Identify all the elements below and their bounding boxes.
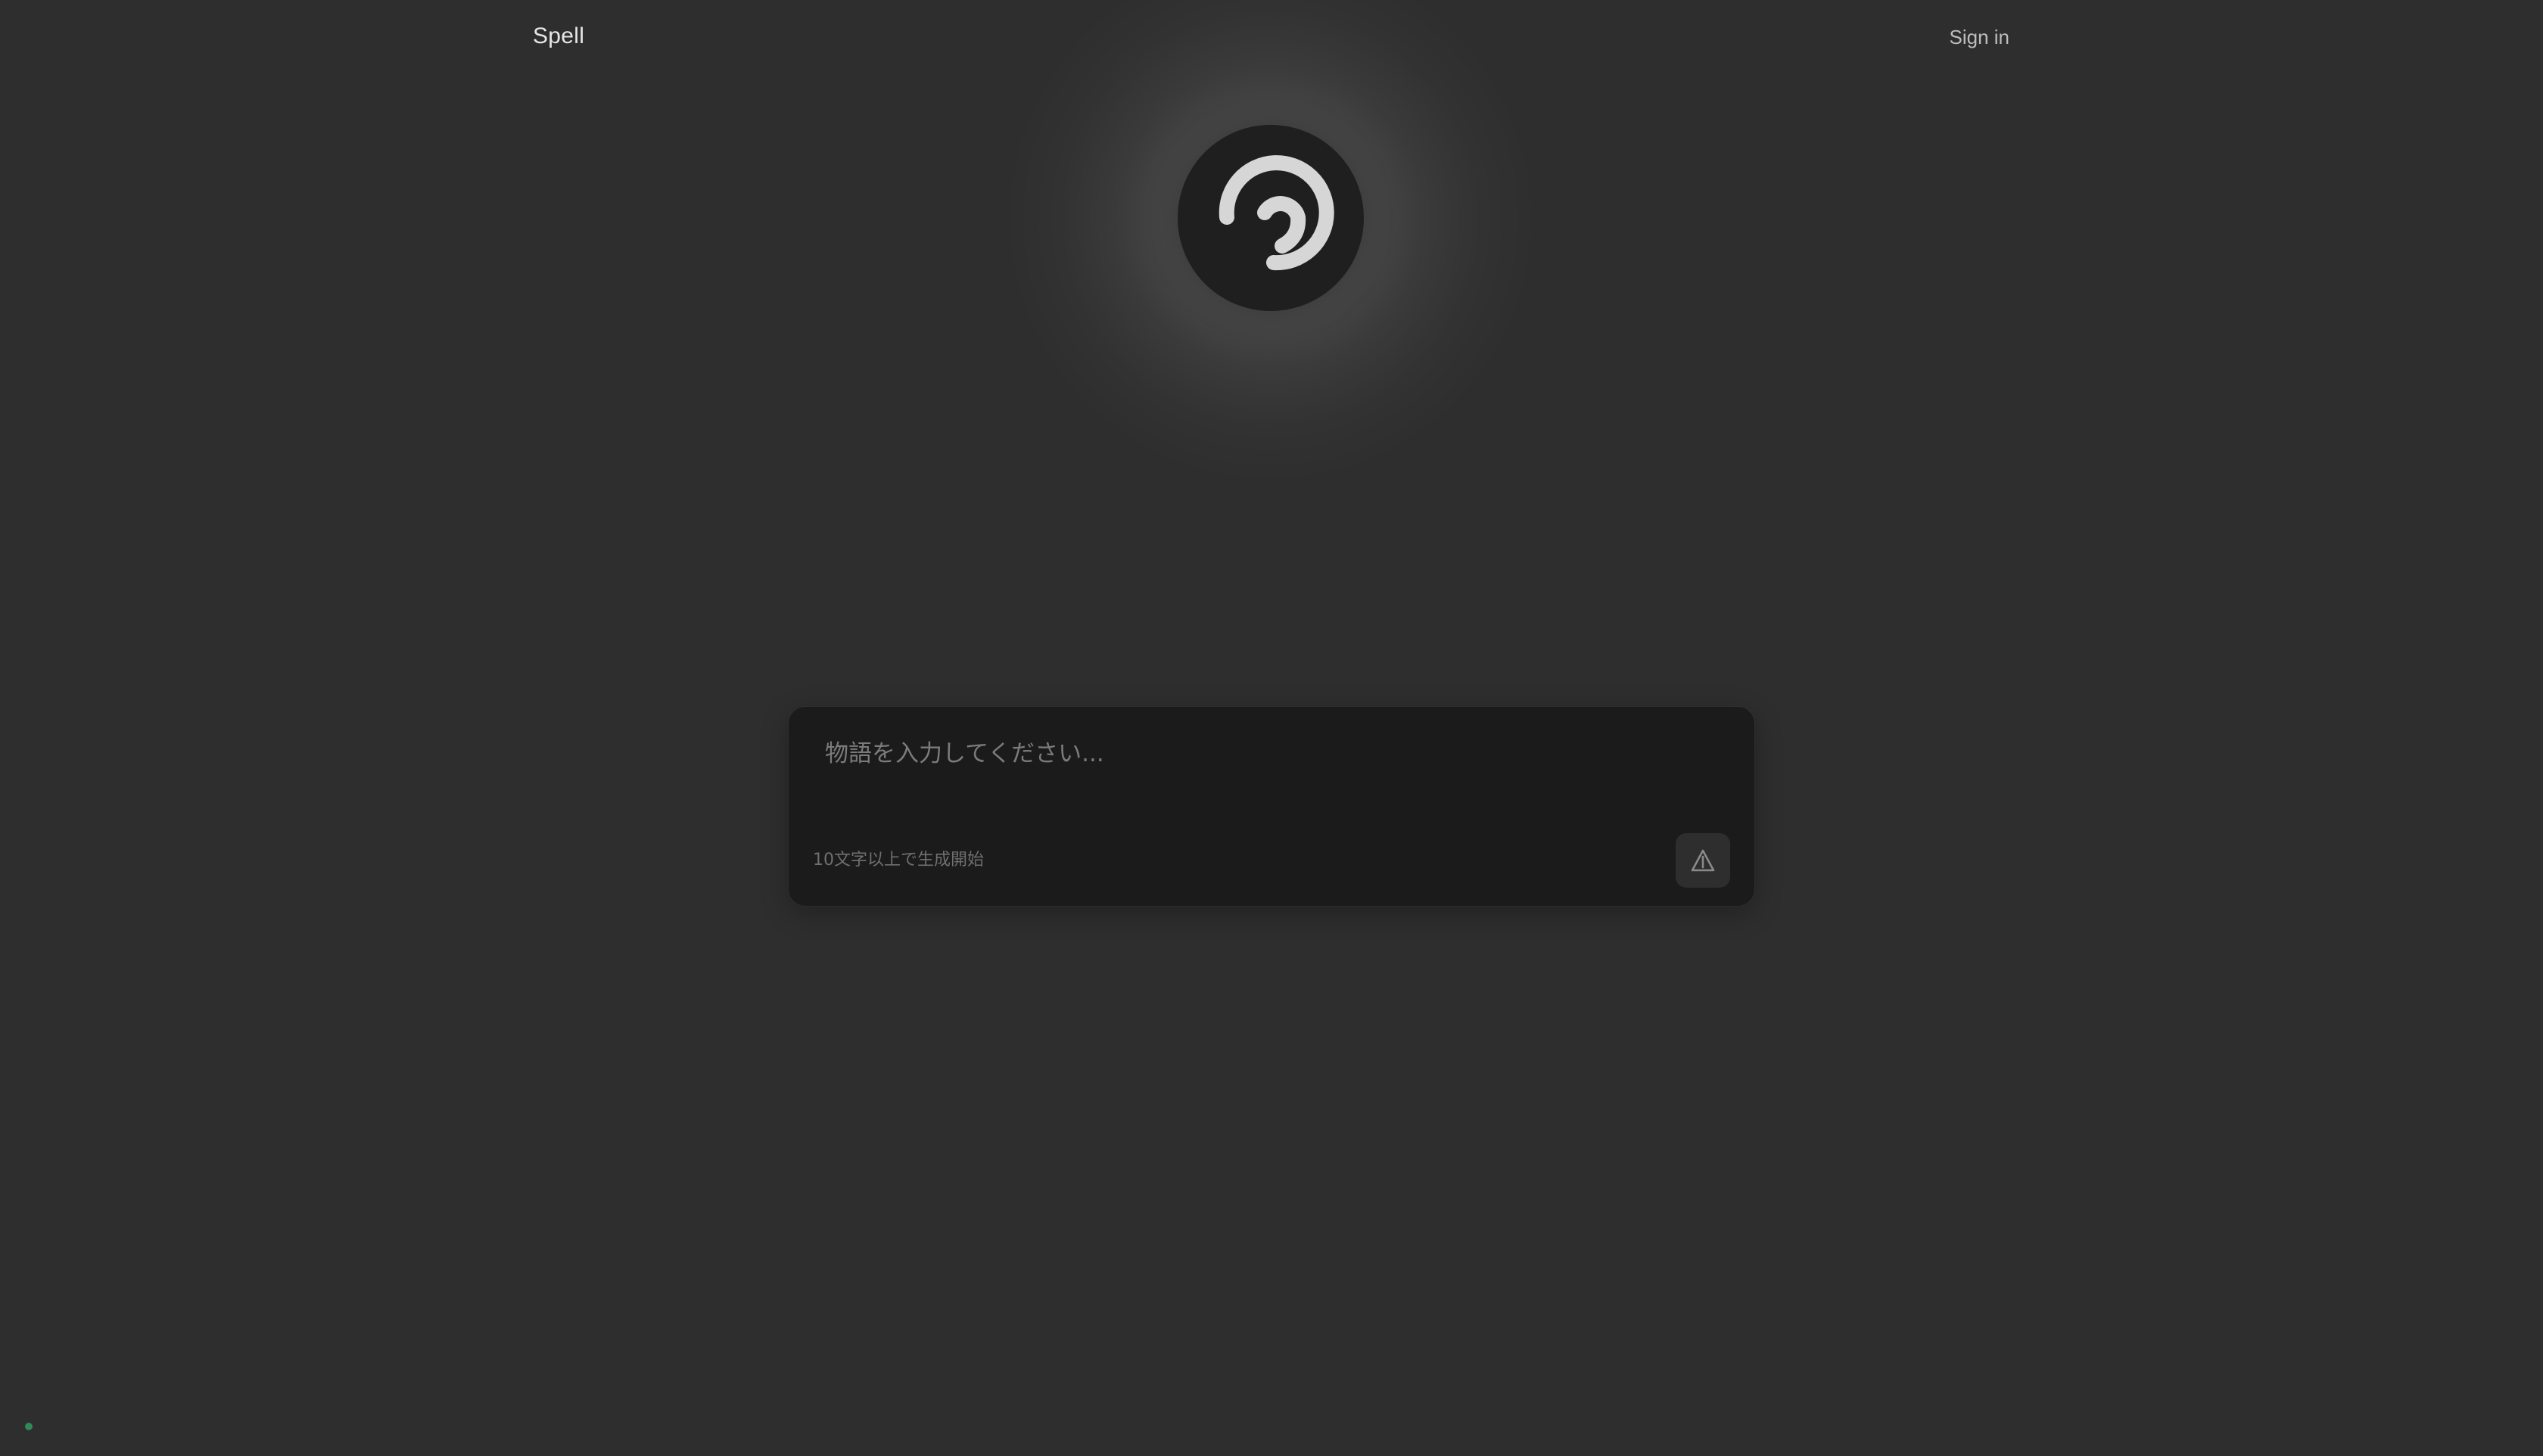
spell-swirl-logo-icon (1219, 155, 1334, 271)
send-button[interactable] (1676, 833, 1730, 888)
story-input[interactable] (825, 737, 1703, 828)
story-composer: 10文字以上で生成開始 (789, 707, 1754, 906)
send-triangle-icon (1691, 849, 1715, 872)
sign-in-link[interactable]: Sign in (1950, 24, 2010, 50)
status-indicator (25, 1423, 33, 1430)
brand-logo-text[interactable]: Spell (533, 23, 584, 50)
spell-logo (1178, 125, 1364, 311)
app-page: Spell Sign in 10文字以上で生成開始 (0, 0, 2543, 1456)
min-length-hint: 10文字以上で生成開始 (813, 851, 984, 870)
